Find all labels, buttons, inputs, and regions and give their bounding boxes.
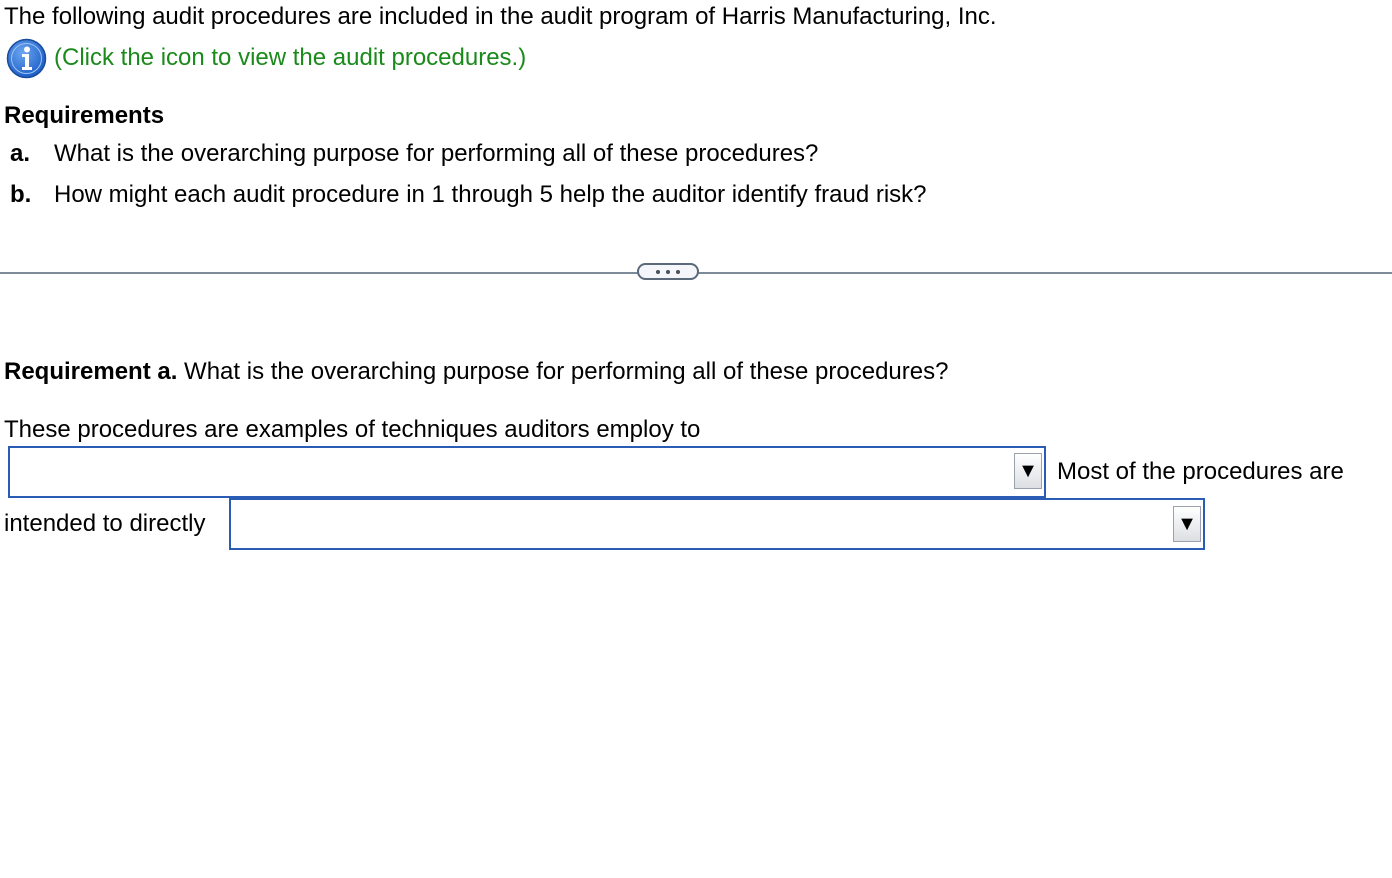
pane-resize-handle[interactable] bbox=[637, 263, 699, 280]
requirement-text: What is the overarching purpose for perf… bbox=[54, 140, 819, 167]
requirement-item-b: b. How might each audit procedure in 1 th… bbox=[10, 180, 927, 210]
requirement-a-question-text: What is the overarching purpose for perf… bbox=[177, 358, 949, 385]
handle-dot bbox=[656, 269, 660, 274]
intro-text: The following audit procedures are inclu… bbox=[4, 3, 997, 30]
requirement-a-question: Requirement a. What is the overarching p… bbox=[4, 357, 948, 387]
requirement-letter: b. bbox=[10, 181, 32, 208]
chevron-down-icon[interactable]: ▼ bbox=[1173, 506, 1201, 542]
info-link[interactable]: (Click the icon to view the audit proced… bbox=[54, 40, 526, 76]
answer-dropdown-2[interactable]: ▼ bbox=[229, 498, 1205, 550]
answer-tail-text: intended to directly bbox=[4, 510, 206, 537]
requirement-letter: a. bbox=[10, 140, 31, 167]
requirement-a-label: Requirement a. bbox=[4, 358, 178, 385]
answer-dropdown-1[interactable]: ▼ bbox=[8, 446, 1046, 498]
info-row: (Click the icon to view the audit proced… bbox=[6, 38, 526, 78]
requirement-item-a: a. What is the overarching purpose for pe… bbox=[10, 139, 818, 169]
answer-lead-text: These procedures are examples of techniq… bbox=[4, 416, 701, 443]
chevron-down-icon[interactable]: ▼ bbox=[1014, 453, 1042, 489]
requirement-text: How might each audit procedure in 1 thro… bbox=[54, 181, 927, 208]
answer-middle-text: Most of the procedures are bbox=[1057, 458, 1344, 485]
requirements-heading: Requirements bbox=[4, 102, 165, 129]
info-icon[interactable] bbox=[6, 38, 47, 79]
handle-dot bbox=[666, 269, 670, 274]
handle-dot bbox=[676, 269, 680, 274]
